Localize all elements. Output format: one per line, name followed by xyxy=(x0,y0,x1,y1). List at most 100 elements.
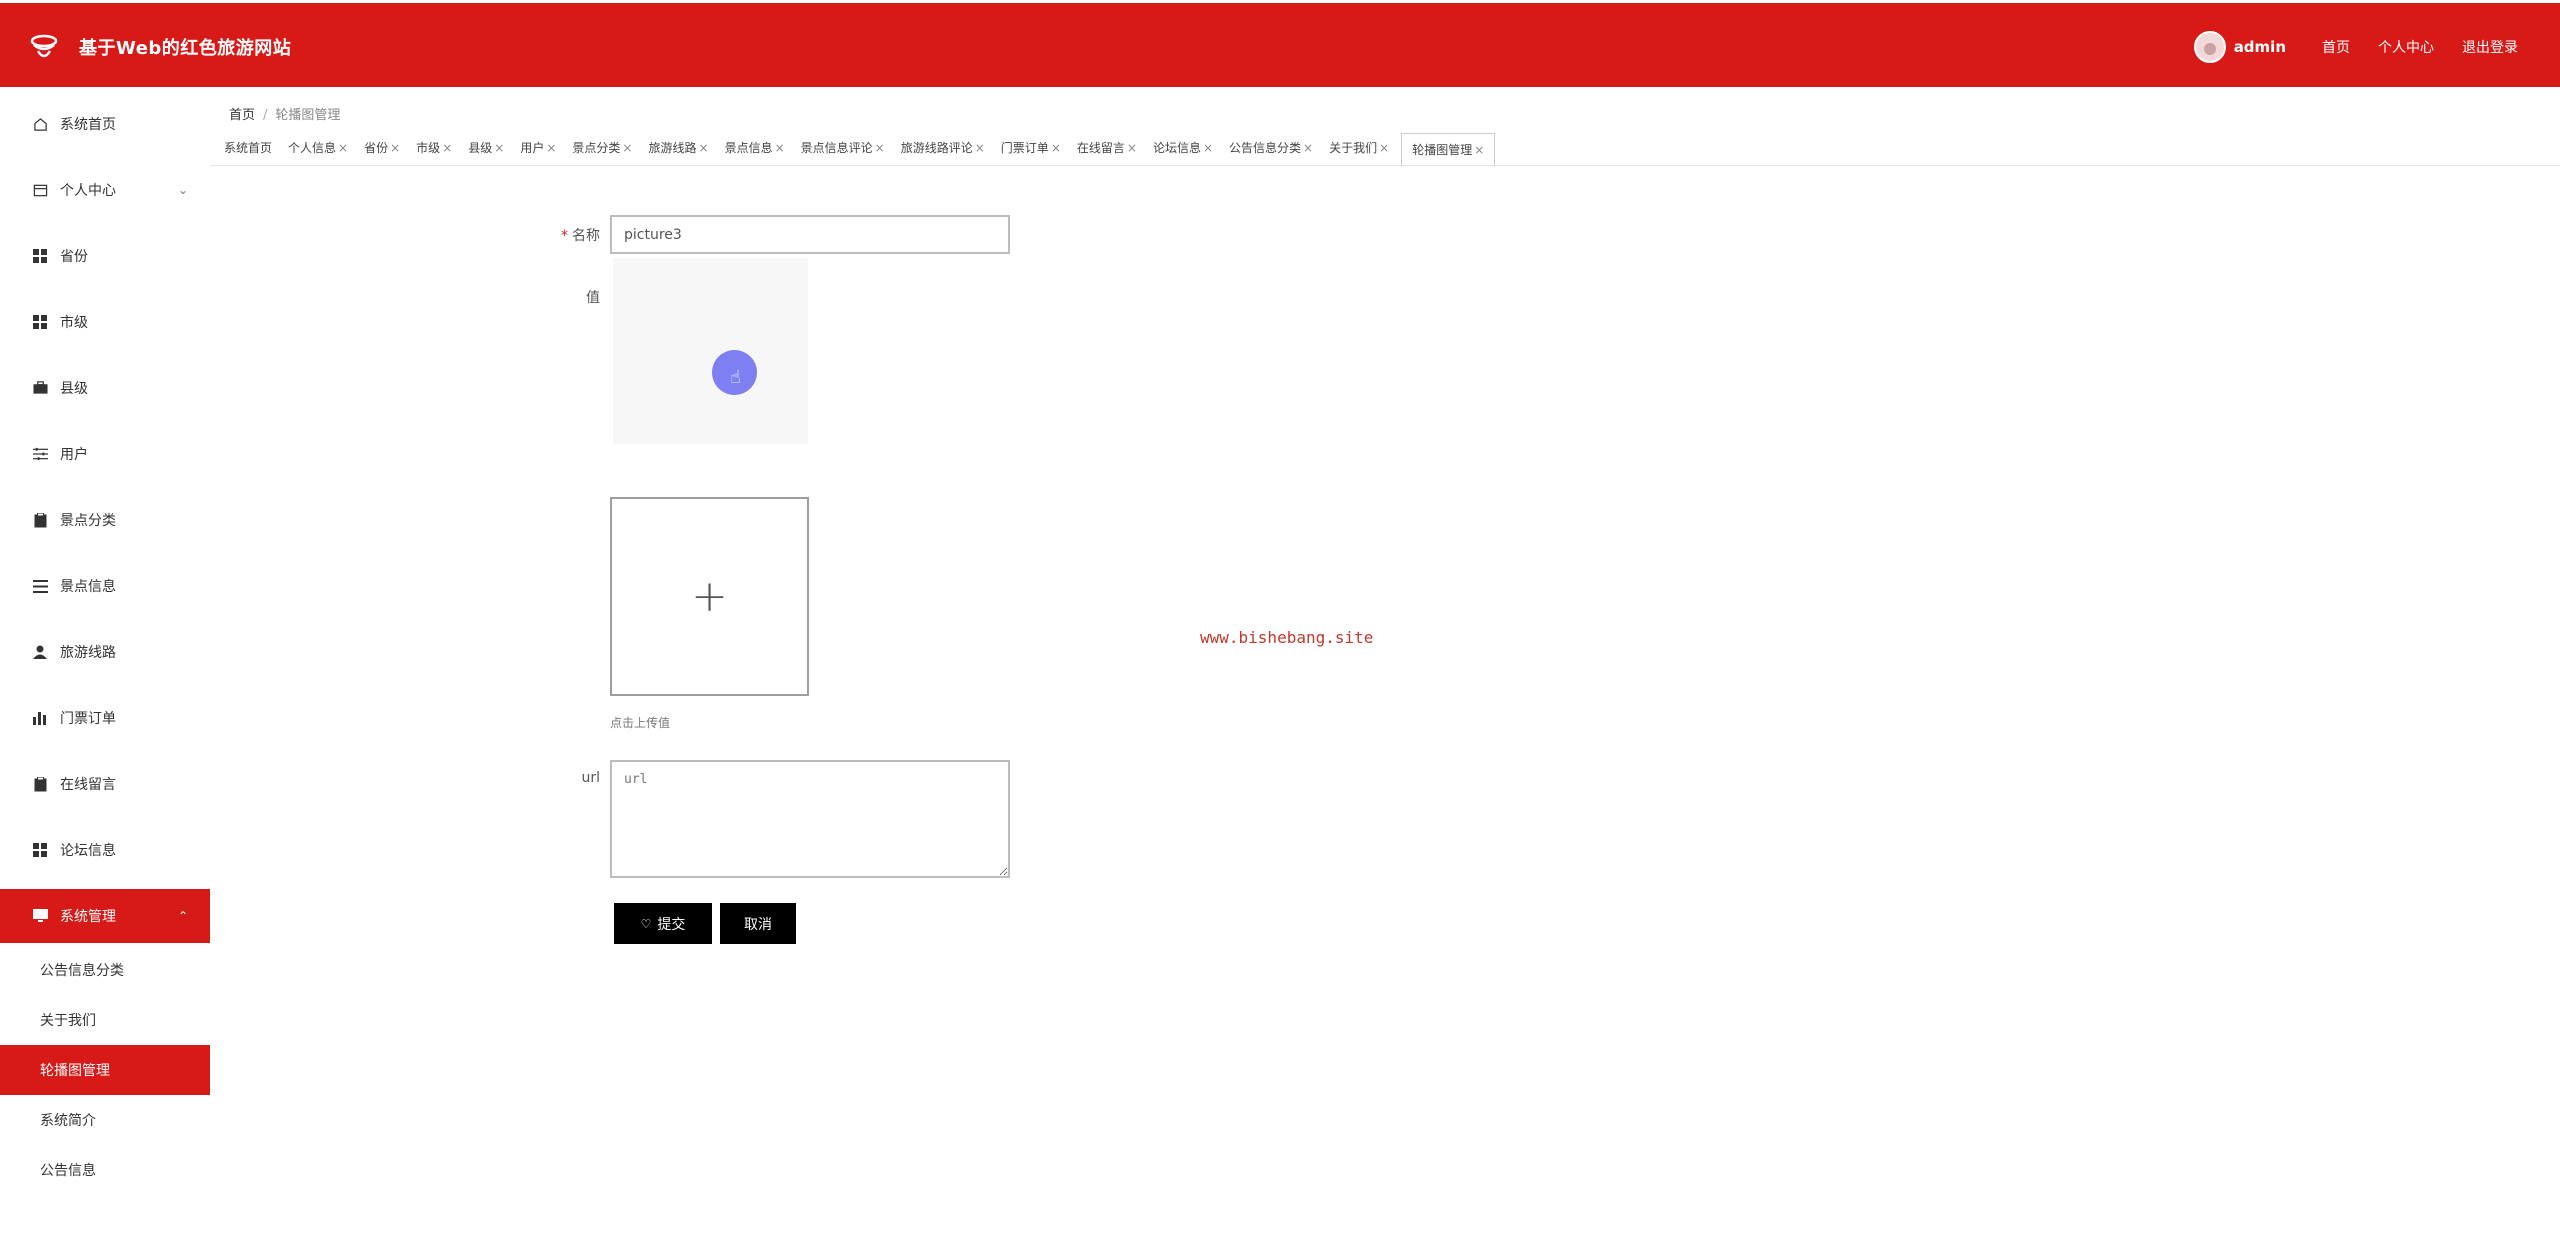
sidebar-item-route[interactable]: 旅游线路 xyxy=(0,625,210,679)
sidebar-item-forum[interactable]: 论坛信息 xyxy=(0,823,210,877)
nav-home-link[interactable]: 首页 xyxy=(2322,37,2350,57)
close-icon[interactable]: × xyxy=(1303,141,1313,155)
close-icon[interactable]: × xyxy=(494,141,504,155)
clipboard-icon xyxy=(32,512,48,528)
logo-icon xyxy=(30,34,58,58)
sidebar-item-system[interactable]: 系统管理 ⌃ xyxy=(0,889,210,943)
sidebar-subitem-carousel[interactable]: 轮播图管理 xyxy=(0,1045,210,1095)
person-icon xyxy=(32,644,48,660)
close-icon[interactable]: × xyxy=(975,141,985,155)
site-title: 基于Web的红色旅游网站 xyxy=(79,38,292,59)
tab-home[interactable]: 系统首页 xyxy=(220,134,276,162)
sidebar-item-label: 门票订单 xyxy=(60,711,116,727)
sidebar-item-label: 在线留言 xyxy=(60,777,116,793)
sidebar-item-ticket-order[interactable]: 门票订单 xyxy=(0,691,210,745)
url-textarea[interactable] xyxy=(610,760,1010,878)
sidebar-item-province[interactable]: 省份 xyxy=(0,229,210,283)
close-icon[interactable]: × xyxy=(338,141,348,155)
close-icon[interactable]: × xyxy=(622,141,632,155)
sidebar-item-label: 县级 xyxy=(60,381,88,397)
sidebar-subitem-intro[interactable]: 系统简介 xyxy=(0,1095,210,1145)
tab-carousel[interactable]: 轮播图管理 × xyxy=(1401,132,1496,167)
sidebar-item-home[interactable]: 系统首页 xyxy=(0,97,210,151)
tab-ticket-order[interactable]: 门票订单 × xyxy=(997,134,1065,162)
name-input[interactable] xyxy=(610,215,1010,254)
tab-about[interactable]: 关于我们 × xyxy=(1325,134,1393,162)
chevron-up-icon: ⌃ xyxy=(177,909,188,923)
sliders-icon xyxy=(32,446,48,462)
name-label: * 名称 xyxy=(561,228,600,244)
username: admin xyxy=(2233,38,2286,56)
tab-notice-category[interactable]: 公告信息分类 × xyxy=(1225,134,1317,162)
image-preview[interactable] xyxy=(613,258,808,444)
user-card-icon xyxy=(32,182,48,198)
close-icon[interactable]: × xyxy=(1127,141,1137,155)
home-icon xyxy=(32,116,48,132)
breadcrumb: 首页 / 轮播图管理 xyxy=(229,108,341,123)
tab-county[interactable]: 县级 × xyxy=(464,134,508,162)
tab-province[interactable]: 省份 × xyxy=(360,134,404,162)
grid-icon xyxy=(32,842,48,858)
close-icon[interactable]: × xyxy=(1051,141,1061,155)
watermark: www.bishebang.site xyxy=(1200,628,1374,647)
url-label: url xyxy=(581,770,600,786)
bar-chart-icon xyxy=(32,710,48,726)
tab-bar: 系统首页 个人信息 × 省份 × 市级 × 县级 × 用户 × 景点分类 × 旅游线路 × 景… xyxy=(210,130,2560,167)
upload-hint: 点击上传值 xyxy=(610,716,671,730)
close-icon[interactable]: × xyxy=(875,141,885,155)
tab-scenic-info[interactable]: 景点信息 × xyxy=(721,134,789,162)
tab-message[interactable]: 在线留言 × xyxy=(1073,134,1141,162)
tab-profile[interactable]: 个人信息 × xyxy=(284,134,352,162)
submit-button[interactable]: ♡ 提交 xyxy=(614,903,712,944)
sidebar-item-scenic-info[interactable]: 景点信息 xyxy=(0,559,210,613)
sidebar-item-label: 旅游线路 xyxy=(60,645,116,661)
avatar[interactable] xyxy=(2193,31,2226,63)
sidebar-item-county[interactable]: 县级 xyxy=(0,361,210,415)
clipboard-icon xyxy=(32,776,48,792)
tab-route[interactable]: 旅游线路 × xyxy=(644,134,712,162)
cancel-button[interactable]: 取消 xyxy=(720,903,796,944)
sidebar-subitem-notice[interactable]: 公告信息 xyxy=(0,1145,210,1195)
sidebar-item-label: 系统首页 xyxy=(60,117,116,133)
sidebar-item-label: 个人中心 xyxy=(60,183,116,199)
close-icon[interactable]: × xyxy=(1203,141,1213,155)
sidebar-subitem-notice-category[interactable]: 公告信息分类 xyxy=(0,945,210,995)
sidebar-item-label: 景点信息 xyxy=(60,579,116,595)
header-user-nav: admin 首页 个人中心 退出登录 xyxy=(2193,31,2518,63)
heart-icon: ♡ xyxy=(640,916,652,931)
grid-icon xyxy=(32,314,48,330)
close-icon[interactable]: × xyxy=(390,141,400,155)
close-icon[interactable]: × xyxy=(699,141,709,155)
sidebar-item-scenic-category[interactable]: 景点分类 xyxy=(0,493,210,547)
close-icon[interactable]: × xyxy=(775,141,785,155)
sidebar-item-profile[interactable]: 个人中心 ⌄ xyxy=(0,163,210,217)
hand-cursor-icon: ☝ xyxy=(730,367,741,388)
chevron-down-icon: ⌄ xyxy=(177,183,188,197)
tab-scenic-category[interactable]: 景点分类 × xyxy=(568,134,636,162)
close-icon[interactable]: × xyxy=(1379,141,1389,155)
breadcrumb-home[interactable]: 首页 xyxy=(229,108,255,123)
sidebar-item-label: 省份 xyxy=(60,249,88,265)
tab-user[interactable]: 用户 × xyxy=(516,134,560,162)
close-icon[interactable]: × xyxy=(546,141,556,155)
sidebar-item-city[interactable]: 市级 xyxy=(0,295,210,349)
sidebar-item-label: 市级 xyxy=(60,315,88,331)
tab-scenic-comment[interactable]: 景点信息评论 × xyxy=(797,134,889,162)
close-icon[interactable]: × xyxy=(442,141,452,155)
nav-profile-link[interactable]: 个人中心 xyxy=(2378,37,2434,57)
sidebar-item-user[interactable]: 用户 xyxy=(0,427,210,481)
tab-city[interactable]: 市级 × xyxy=(412,134,456,162)
breadcrumb-current: 轮播图管理 xyxy=(275,108,341,123)
sidebar-subitem-about[interactable]: 关于我们 xyxy=(0,995,210,1045)
briefcase-icon xyxy=(32,380,48,396)
tab-route-comment[interactable]: 旅游线路评论 × xyxy=(897,134,989,162)
sidebar-item-label: 论坛信息 xyxy=(60,843,116,859)
sidebar-item-message[interactable]: 在线留言 xyxy=(0,757,210,811)
image-upload-box[interactable]: + xyxy=(610,497,809,696)
grid-icon xyxy=(32,248,48,264)
sidebar-item-label: 景点分类 xyxy=(60,513,116,529)
close-icon[interactable]: × xyxy=(1474,143,1484,157)
sidebar: 系统首页 个人中心 ⌄ 省份 市级 县级 用户 景点分类 景点信息 旅游线路 门… xyxy=(0,87,210,1260)
nav-logout-link[interactable]: 退出登录 xyxy=(2462,37,2518,57)
tab-forum[interactable]: 论坛信息 × xyxy=(1149,134,1217,162)
